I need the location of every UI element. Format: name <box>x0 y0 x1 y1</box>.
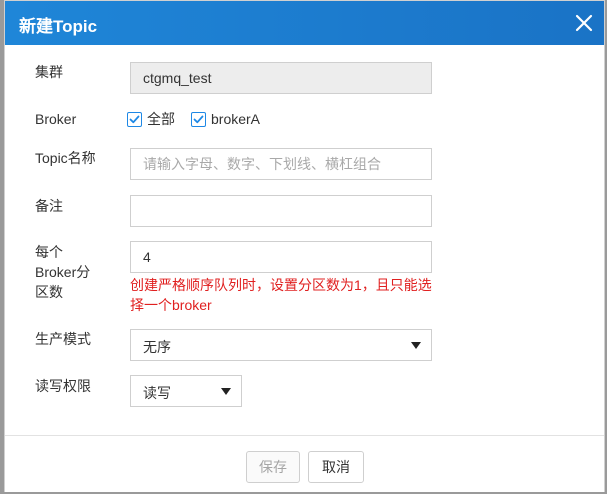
broker-checkbox-brokera-label: brokerA <box>211 111 261 127</box>
caret-down-icon <box>411 342 421 349</box>
topic-name-input[interactable] <box>130 148 432 180</box>
partitions-hint: 创建严格顺序队列时，设置分区数为1，且只能选 择一个broker <box>130 275 435 315</box>
new-topic-dialog: 新建Topic 集群 ctgmq_test Broker 全部 brokerA … <box>4 0 605 492</box>
rw-permission-label: 读写权限 <box>35 378 91 394</box>
rw-permission-value: 读写 <box>143 385 171 401</box>
rw-permission-select[interactable]: 读写 <box>130 375 242 407</box>
partitions-label-line3: 区数 <box>35 284 63 300</box>
dialog-title: 新建Topic <box>19 17 98 36</box>
checkbox-checked-icon[interactable] <box>191 111 206 127</box>
dialog-header: 新建Topic <box>5 1 604 45</box>
broker-checkbox-brokera[interactable]: brokerA <box>191 111 260 127</box>
produce-mode-value: 无序 <box>143 339 171 355</box>
remark-label: 备注 <box>35 198 63 214</box>
broker-checkbox-all[interactable]: 全部 <box>127 109 175 129</box>
remark-input[interactable] <box>130 195 432 227</box>
close-icon[interactable] <box>575 14 593 32</box>
cluster-field: ctgmq_test <box>130 62 432 94</box>
partitions-hint-line2: 择一个broker <box>130 297 212 313</box>
partitions-label-line2: Broker分 <box>35 264 91 280</box>
caret-down-icon <box>221 388 231 395</box>
cluster-label: 集群 <box>35 64 63 80</box>
produce-mode-select[interactable]: 无序 <box>130 329 432 361</box>
broker-checkbox-group: 全部 brokerA <box>127 109 276 129</box>
partitions-label-line1: 每个 <box>35 244 63 260</box>
save-button[interactable]: 保存 <box>246 451 300 483</box>
partitions-input[interactable] <box>130 241 432 273</box>
topic-name-label: Topic名称 <box>35 150 96 166</box>
broker-checkbox-all-label: 全部 <box>147 111 175 127</box>
dialog-footer: 保存 取消 <box>5 435 604 492</box>
produce-mode-label: 生产模式 <box>35 331 91 347</box>
partitions-hint-line1: 创建严格顺序队列时，设置分区数为1，且只能选 <box>130 277 432 293</box>
broker-label: Broker <box>35 111 77 127</box>
checkbox-checked-icon[interactable] <box>127 111 142 127</box>
cancel-button[interactable]: 取消 <box>308 451 364 483</box>
